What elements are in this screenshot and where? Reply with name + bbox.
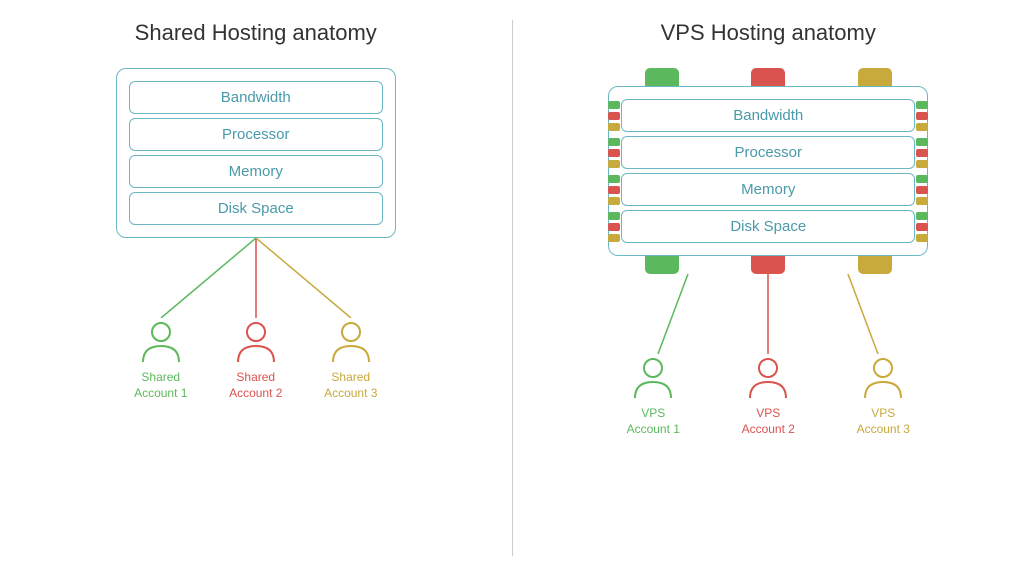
vps-lines [608,274,928,354]
shared-memory: Memory [129,155,383,188]
shared-diskspace: Disk Space [129,192,383,225]
shared-bandwidth: Bandwidth [129,81,383,114]
vps-processor: Processor [621,136,915,169]
bottom-tab-yellow [858,256,892,274]
vps-account-1: VPSAccount 1 [618,354,688,437]
vps-bottom-tabs [608,256,928,274]
side-tab-yellow-bw [608,123,620,131]
vps-account-2-label: VPSAccount 2 [742,406,795,437]
bottom-tab-green [645,256,679,274]
top-tab-green [645,68,679,86]
vps-title: VPS Hosting anatomy [661,20,876,46]
side-tab-green-bw [608,101,620,109]
person-icon-yellow [328,318,374,364]
vps-memory: Memory [621,173,915,206]
vps-memory-left-tabs [608,175,620,205]
shared-account-2: SharedAccount 2 [221,318,291,401]
shared-processor: Processor [129,118,383,151]
side-tab-right-red-bw [916,112,928,120]
top-tab-yellow [858,68,892,86]
vps-top-tabs [608,68,928,86]
shared-account-3: SharedAccount 3 [316,318,386,401]
vps-accounts-row: VPSAccount 1 VPSAccount 2 VPSAccount 3 [608,354,928,437]
shared-accounts-row: SharedAccount 1 SharedAccount 2 SharedAc… [116,318,396,401]
vps-hosting-panel: VPS Hosting anatomy Bandwidth [523,20,1015,556]
vps-account-3-label: VPSAccount 3 [857,406,910,437]
shared-resources-box: Bandwidth Processor Memory Disk Space [116,68,396,238]
side-tab-red-bw [608,112,620,120]
vps-processor-left-tabs [608,138,620,168]
side-tab-right-green-bw [916,101,928,109]
shared-title: Shared Hosting anatomy [135,20,377,46]
vps-diskspace-left-tabs [608,212,620,242]
shared-hosting-panel: Shared Hosting anatomy Bandwidth Process… [10,20,502,556]
side-tab-right-yellow-bw [916,123,928,131]
shared-lines [116,238,396,318]
vps-diskspace: Disk Space [621,210,915,243]
vps-account-2: VPSAccount 2 [733,354,803,437]
vps-person-icon-green [630,354,676,400]
vps-resources-wrapper: Bandwidth Processor [608,68,928,274]
vps-bandwidth-right-tabs [916,101,928,131]
vps-account-1-label: VPSAccount 1 [627,406,680,437]
vps-person-icon-red [745,354,791,400]
person-icon-red [233,318,279,364]
shared-account-2-label: SharedAccount 2 [229,370,282,401]
vps-memory-right-tabs [916,175,928,205]
center-divider [512,20,513,556]
bottom-tab-red [751,256,785,274]
vps-account-3: VPSAccount 3 [848,354,918,437]
vps-person-icon-yellow [860,354,906,400]
vps-processor-right-tabs [916,138,928,168]
vps-bandwidth: Bandwidth [621,99,915,132]
shared-account-1-label: SharedAccount 1 [134,370,187,401]
vps-diskspace-right-tabs [916,212,928,242]
person-icon-green [138,318,184,364]
top-tab-red [751,68,785,86]
vps-resources-box: Bandwidth Processor [608,86,928,256]
main-container: Shared Hosting anatomy Bandwidth Process… [0,0,1024,576]
vps-bandwidth-left-tabs [608,101,620,131]
shared-account-1: SharedAccount 1 [126,318,196,401]
shared-account-3-label: SharedAccount 3 [324,370,377,401]
